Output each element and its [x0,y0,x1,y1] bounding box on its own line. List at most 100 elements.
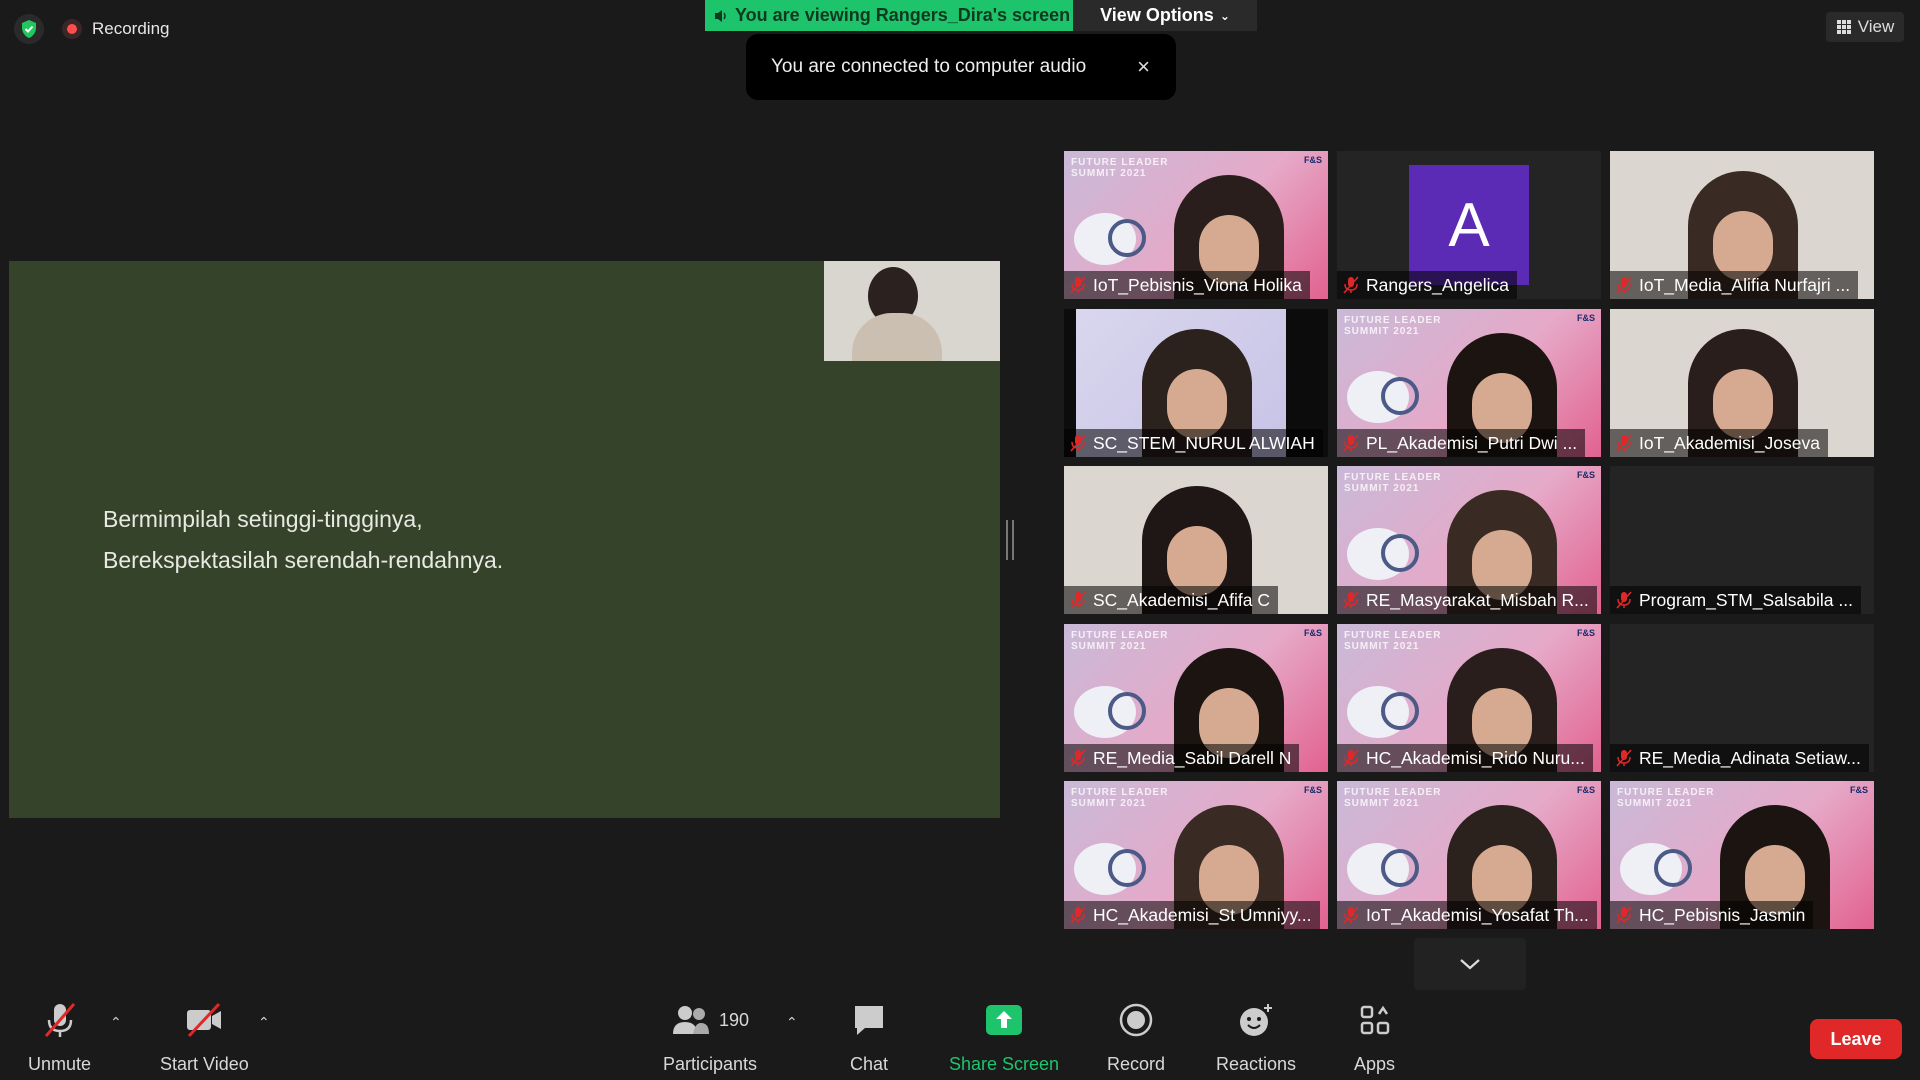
reactions-smiley-icon [1238,1000,1274,1040]
leave-button[interactable]: Leave [1810,1019,1902,1059]
grid-icon [1836,20,1851,34]
participants-label: Participants [663,1054,758,1074]
tile-banner: FUTURE LEADER SUMMIT 2021 [1344,630,1442,652]
audio-connected-toast: You are connected to computer audio × [746,34,1176,100]
speaker-icon [715,9,726,22]
unmute-label: Unmute [28,1054,92,1074]
logo: F&S [1304,785,1322,795]
muted-mic-icon [1070,591,1086,609]
muted-mic-icon [40,1000,80,1040]
record-icon [1119,1000,1153,1040]
apps-button[interactable]: Apps [1354,1000,1395,1075]
participant-name-bar: HC_Pebisnis_Jasmin [1610,901,1814,929]
participant-name: SC_Akademisi_Afifa C [1093,589,1271,610]
logo: F&S [1577,313,1595,323]
participants-options-caret-icon[interactable]: ⌃ [786,1014,798,1031]
participant-tile[interactable]: FUTURE LEADER SUMMIT 2021 F&S RE_Masyarakat… [1337,466,1601,614]
mascot-image [1074,843,1146,895]
participant-name: Program_STM_Salsabila ... [1639,589,1853,610]
participant-tile[interactable]: FUTURE LEADER SUMMIT 2021 F&S HC_Akademisi_… [1337,624,1601,772]
participant-name-bar: HC_Akademisi_St Umniyy... [1064,901,1320,929]
muted-mic-icon [1070,749,1086,767]
view-options-button[interactable]: View Options ⌄ [1073,0,1257,31]
muted-mic-icon [1343,749,1359,767]
start-video-button[interactable]: Start Video [160,1000,249,1075]
close-icon[interactable]: × [1137,54,1150,80]
participant-name-bar: Rangers_Angelica [1337,271,1518,299]
logo: F&S [1850,785,1868,795]
participant-name-bar: SC_STEM_NURUL ALWIAH [1064,429,1323,457]
shared-screen: Bermimpilah setinggi-tingginya, Berekspe… [9,261,1000,818]
participants-button[interactable]: 190 Participants [663,1000,757,1075]
logo: F&S [1577,628,1595,638]
participants-icon-group: 190 [671,1000,749,1040]
participant-tile[interactable]: IoT_Akademisi_Joseva [1610,309,1874,457]
participant-tile[interactable]: FUTURE LEADER SUMMIT 2021 F&S IoT_Akademisi… [1337,781,1601,929]
participant-tile[interactable]: A Rangers_Angelica [1337,151,1601,299]
toast-message: You are connected to computer audio [771,56,1087,77]
participant-tile[interactable]: FUTURE LEADER SUMMIT 2021 F&S HC_Akademisi_… [1064,781,1328,929]
participant-name-bar: RE_Media_Sabil Darell N [1064,744,1300,772]
splitter-handle[interactable] [1006,520,1014,560]
tile-banner: FUTURE LEADER SUMMIT 2021 [1344,315,1442,337]
chat-button[interactable]: Chat [850,1000,888,1075]
chat-bubble-icon [851,1000,887,1040]
start-video-label: Start Video [160,1054,249,1074]
participant-name-bar: SC_Akademisi_Afifa C [1064,586,1279,614]
video-options-caret-icon[interactable]: ⌃ [258,1014,270,1031]
muted-mic-icon [1343,591,1359,609]
tile-banner: FUTURE LEADER SUMMIT 2021 [1071,157,1169,179]
participant-name: HC_Akademisi_Rido Nuru... [1366,747,1585,768]
participant-tile[interactable]: FUTURE LEADER SUMMIT 2021 F&S IoT_Pebisnis_… [1064,151,1328,299]
mascot-image [1074,213,1146,265]
unmute-button[interactable]: Unmute [28,1000,91,1075]
tile-banner: FUTURE LEADER SUMMIT 2021 [1344,787,1442,809]
mascot-image [1347,371,1419,423]
muted-mic-icon [1070,434,1086,452]
participant-name: HC_Pebisnis_Jasmin [1639,904,1806,925]
share-screen-icon [985,1000,1023,1040]
mascot-image [1347,843,1419,895]
tile-banner: FUTURE LEADER SUMMIT 2021 [1344,472,1442,494]
avatar: A [1409,165,1529,285]
people-icon [673,1006,709,1034]
participant-tile[interactable]: IoT_Media_Alifia Nurfajri ... [1610,151,1874,299]
reactions-label: Reactions [1216,1054,1297,1074]
video-off-icon [183,1000,225,1040]
participant-tile[interactable]: SC_Akademisi_Afifa C [1064,466,1328,614]
participant-tile[interactable]: FUTURE LEADER SUMMIT 2021 F&S RE_Media_Sabi… [1064,624,1328,772]
participant-tile[interactable]: Program_STM_Salsabila ... [1610,466,1874,614]
share-screen-button[interactable]: Share Screen [949,1000,1059,1075]
participant-name: RE_Media_Adinata Setiaw... [1639,747,1861,768]
share-screen-label: Share Screen [949,1054,1060,1074]
viewing-screen-banner: You are viewing Rangers_Dira's screen [705,0,1073,31]
participant-name: IoT_Akademisi_Yosafat Th... [1366,904,1589,925]
view-options-label: View Options [1100,5,1214,25]
record-button[interactable]: Record [1107,1000,1165,1075]
participant-name-bar: IoT_Pebisnis_Viona Holika [1064,271,1310,299]
participant-name: RE_Masyarakat_Misbah R... [1366,589,1589,610]
gallery-next-page-button[interactable] [1414,938,1526,990]
participant-tile[interactable]: RE_Media_Adinata Setiaw... [1610,624,1874,772]
participant-name-bar: PL_Akademisi_Putri Dwi ... [1337,429,1586,457]
audio-options-caret-icon[interactable]: ⌃ [110,1014,122,1031]
participant-name: IoT_Pebisnis_Viona Holika [1093,274,1302,295]
security-shield-icon[interactable] [14,14,44,44]
mascot-image [1347,686,1419,738]
reactions-button[interactable]: Reactions [1216,1000,1296,1075]
participant-name: SC_STEM_NURUL ALWIAH [1093,432,1315,453]
mascot-image [1620,843,1692,895]
muted-mic-icon [1070,906,1086,924]
tile-banner: FUTURE LEADER SUMMIT 2021 [1071,630,1169,652]
muted-mic-icon [1343,434,1359,452]
presenter-video-thumbnail [824,261,1000,361]
participant-tile[interactable]: SC_STEM_NURUL ALWIAH [1064,309,1328,457]
muted-mic-icon [1616,276,1632,294]
participant-name: PL_Akademisi_Putri Dwi ... [1366,432,1578,453]
logo: F&S [1304,155,1322,165]
participant-tile[interactable]: FUTURE LEADER SUMMIT 2021 F&S PL_Akademisi_… [1337,309,1601,457]
chat-label: Chat [850,1054,889,1074]
view-button[interactable]: View [1826,12,1904,42]
participant-name: IoT_Akademisi_Joseva [1639,432,1820,453]
participant-tile[interactable]: FUTURE LEADER SUMMIT 2021 F&S HC_Pebisnis_J… [1610,781,1874,929]
